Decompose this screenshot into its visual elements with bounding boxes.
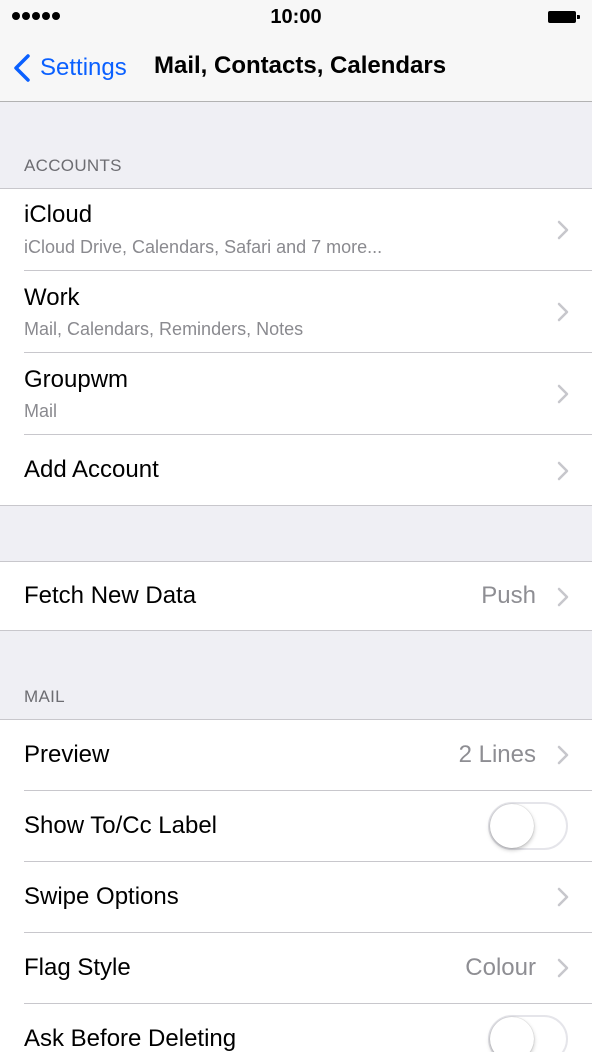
status-bar: 10:00 <box>0 0 592 36</box>
back-label: Settings <box>40 54 127 81</box>
ask-before-deleting-label: Ask Before Deleting <box>24 1025 237 1052</box>
ask-before-deleting-row: Ask Before Deleting <box>0 1004 592 1052</box>
fetch-new-data-value: Push <box>481 582 536 609</box>
chevron-right-icon <box>557 461 569 481</box>
account-row-icloud[interactable]: iCloud iCloud Drive, Calendars, Safari a… <box>0 189 592 271</box>
battery-icon <box>548 11 580 23</box>
account-row-groupwm[interactable]: Groupwm Mail <box>0 353 592 435</box>
accounts-group: iCloud iCloud Drive, Calendars, Safari a… <box>0 188 592 506</box>
chevron-right-icon <box>557 220 569 240</box>
toggle-knob <box>490 804 534 848</box>
swipe-options-label: Swipe Options <box>24 883 179 910</box>
account-subtitle: Mail, Calendars, Reminders, Notes <box>24 319 304 339</box>
swipe-options-row[interactable]: Swipe Options <box>0 862 592 932</box>
chevron-right-icon <box>557 958 569 978</box>
account-title: iCloud <box>24 201 93 228</box>
flag-style-label: Flag Style <box>24 954 131 981</box>
toggle-knob <box>490 1017 534 1052</box>
preview-value: 2 Lines <box>458 741 536 768</box>
fetch-new-data-row[interactable]: Fetch New Data Push <box>0 562 592 631</box>
flag-style-row[interactable]: Flag Style Colour <box>0 933 592 1003</box>
back-button[interactable]: Settings <box>12 50 127 86</box>
preview-label: Preview <box>24 741 110 768</box>
show-to-cc-label: Show To/Cc Label <box>24 812 218 839</box>
account-title: Work <box>24 284 80 311</box>
chevron-right-icon <box>557 745 569 765</box>
mail-group: Preview 2 Lines Show To/Cc Label Swipe O… <box>0 719 592 1052</box>
status-time: 10:00 <box>270 6 322 28</box>
accounts-header: ACCOUNTS <box>24 156 122 175</box>
navigation-bar: Settings Mail, Contacts, Calendars <box>0 36 592 102</box>
fetch-new-data-label: Fetch New Data <box>24 582 197 609</box>
account-row-work[interactable]: Work Mail, Calendars, Reminders, Notes <box>0 271 592 353</box>
flag-style-value: Colour <box>465 954 536 981</box>
account-title: Groupwm <box>24 366 129 393</box>
chevron-right-icon <box>557 887 569 907</box>
fetch-group: Fetch New Data Push <box>0 561 592 631</box>
preview-row[interactable]: Preview 2 Lines <box>0 720 592 790</box>
chevron-right-icon <box>557 587 569 607</box>
chevron-right-icon <box>557 384 569 404</box>
ask-before-deleting-toggle[interactable] <box>488 1015 568 1052</box>
mail-header: MAIL <box>24 687 65 706</box>
chevron-left-icon <box>14 54 30 82</box>
add-account-row[interactable]: Add Account <box>0 435 592 506</box>
account-subtitle: Mail <box>24 401 58 421</box>
page-title: Mail, Contacts, Calendars <box>154 52 447 79</box>
show-to-cc-row: Show To/Cc Label <box>0 791 592 861</box>
show-to-cc-toggle[interactable] <box>488 802 568 850</box>
chevron-right-icon <box>557 302 569 322</box>
account-subtitle: iCloud Drive, Calendars, Safari and 7 mo… <box>24 237 383 257</box>
add-account-label: Add Account <box>24 456 159 483</box>
